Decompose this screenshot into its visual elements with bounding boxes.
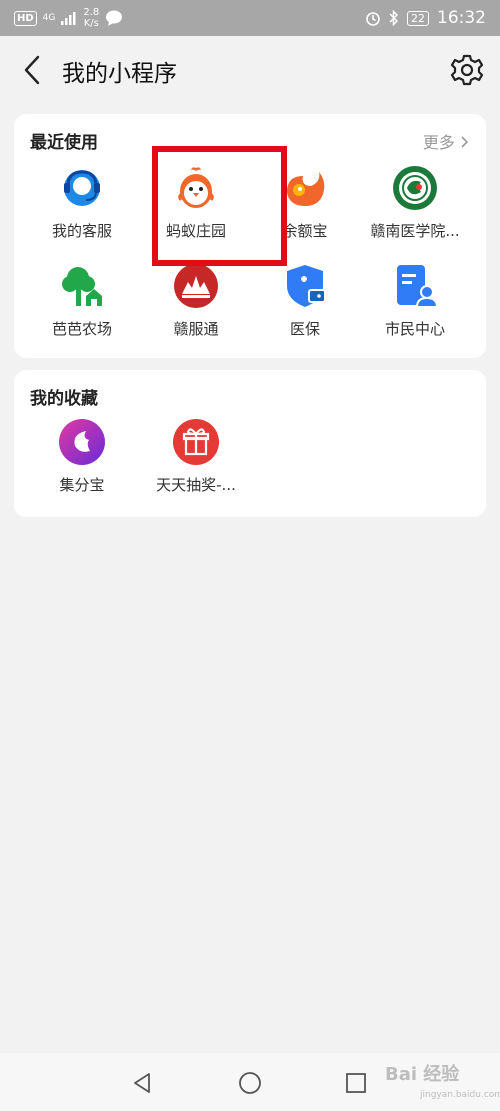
gift-icon	[173, 419, 219, 465]
citizen-center-icon	[397, 265, 439, 308]
app-label: 市民中心	[384, 320, 445, 338]
bluetooth-icon	[389, 10, 399, 26]
clock: 16:32	[437, 8, 486, 28]
recent-section-title: 最近使用	[30, 133, 98, 153]
chat-bubble-icon	[106, 10, 123, 26]
app-daily-lottery[interactable]: 天天抽奖-...	[141, 418, 251, 495]
app-label: 我的客服	[51, 222, 112, 240]
nav-home-icon[interactable]	[238, 1071, 262, 1095]
ganfutong-icon	[174, 264, 218, 308]
more-link[interactable]: 更多	[423, 129, 470, 153]
medical-insurance-icon	[287, 265, 326, 307]
app-label: 赣服通	[173, 320, 219, 338]
network-speed: 2.8 K/s	[83, 7, 99, 29]
watermark: Bai 经验	[385, 1064, 460, 1085]
yuebao-icon	[287, 172, 325, 206]
app-medical-insurance[interactable]: 医保	[250, 262, 360, 339]
app-ganfutong[interactable]: 赣服通	[141, 262, 251, 339]
favorites-section-title: 我的收藏	[30, 389, 98, 409]
jifenbao-icon	[59, 419, 105, 465]
status-bar: HD 4G 2.8 K/s 22 16:32	[0, 0, 500, 36]
college-emblem-icon	[393, 166, 437, 210]
customer-service-icon	[64, 170, 100, 206]
app-baba-farm[interactable]: 芭芭农场	[27, 262, 137, 339]
watermark-url: jingyan.baidu.com	[420, 1090, 500, 1100]
app-label: 天天抽奖-...	[156, 476, 236, 494]
app-label: 赣南医学院...	[370, 222, 460, 240]
highlight-box	[152, 146, 287, 266]
settings-gear-icon[interactable]	[450, 53, 484, 87]
chevron-right-icon	[461, 136, 469, 148]
app-label: 集分宝	[59, 476, 105, 494]
app-citizen-center[interactable]: 市民中心	[360, 262, 470, 339]
tree-farm-icon	[62, 267, 102, 306]
signal-icon	[61, 11, 76, 25]
app-header: 我的小程序	[0, 36, 500, 104]
favorites-section: 我的收藏 集分宝 天天抽奖-...	[14, 370, 486, 517]
speed-value: 2.8	[83, 7, 100, 18]
page-title: 我的小程序	[62, 61, 177, 87]
back-button[interactable]	[18, 54, 46, 86]
nav-recents-icon[interactable]	[344, 1071, 368, 1095]
more-label: 更多	[422, 133, 455, 152]
speed-unit: K/s	[83, 18, 99, 29]
app-my-customer-service[interactable]: 我的客服	[27, 164, 137, 241]
nav-back-icon[interactable]	[131, 1071, 155, 1095]
app-jifenbao[interactable]: 集分宝	[27, 418, 137, 495]
app-label: 医保	[289, 320, 320, 338]
app-label: 芭芭农场	[51, 320, 112, 338]
network-type: 4G	[42, 13, 56, 23]
alarm-icon	[366, 12, 380, 26]
battery-indicator: 22	[407, 10, 429, 26]
app-gannan-medical-college[interactable]: 赣南医学院...	[360, 164, 470, 241]
hd-indicator: HD	[14, 10, 37, 26]
